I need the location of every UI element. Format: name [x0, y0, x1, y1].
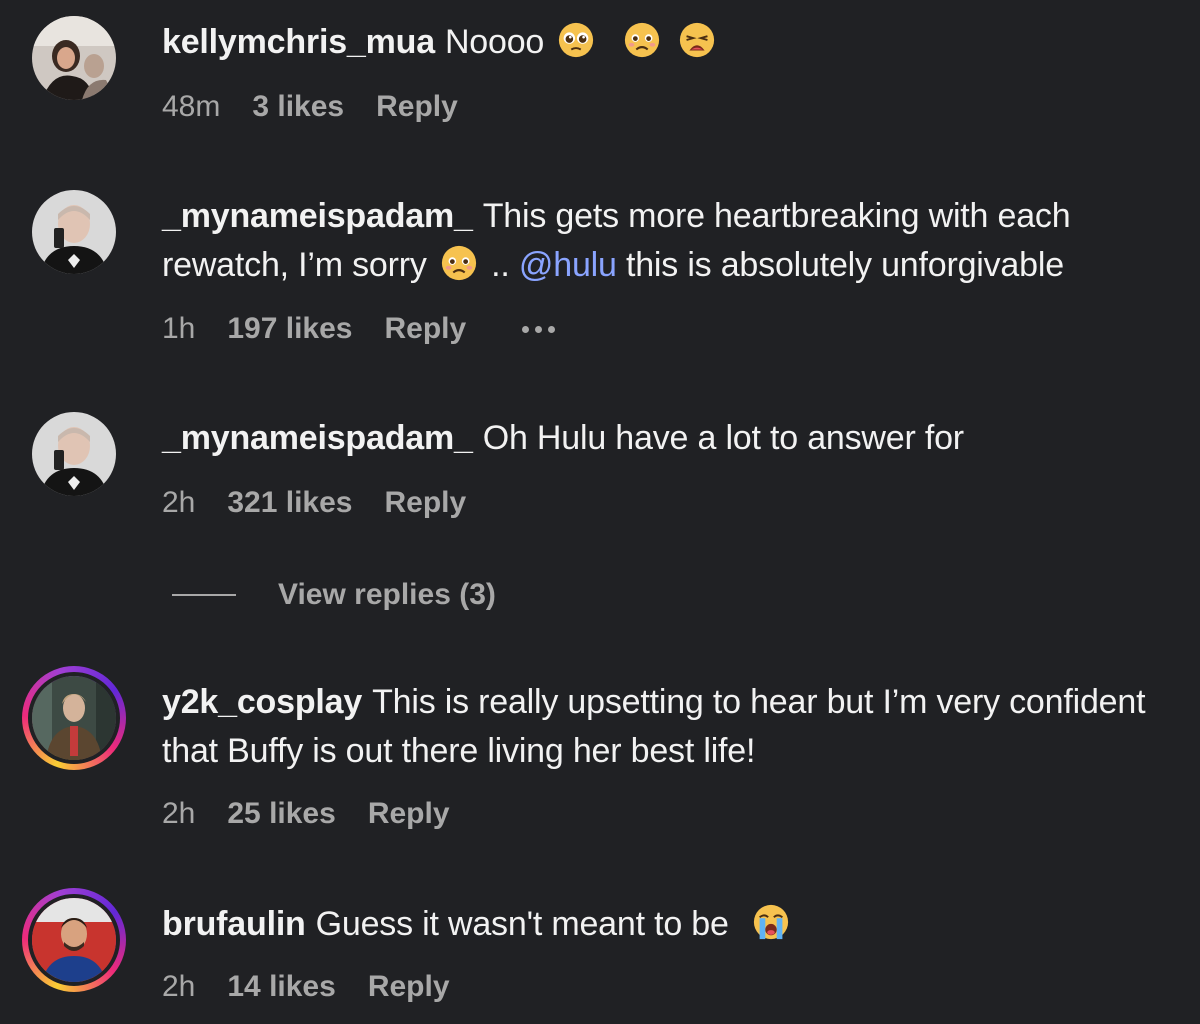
timestamp: 2h [162, 486, 196, 519]
view-replies-button[interactable]: View replies (3) [172, 578, 496, 612]
username[interactable]: brufaulin [162, 905, 306, 943]
comment-text: brufaulin Guess it wasn't meant to be [162, 900, 1162, 949]
username[interactable]: y2k_cosplay [162, 683, 362, 721]
like-count[interactable]: 14 likes [227, 970, 335, 1004]
avatar[interactable] [32, 412, 116, 496]
comment-text: _mynameispadam_ This gets more heartbreak… [162, 192, 1162, 290]
timestamp: 2h [162, 970, 196, 1003]
comment-meta: 1h 197 likes Reply [162, 312, 587, 346]
comment-text: y2k_cosplay This is really upsetting to h… [162, 678, 1162, 776]
reply-button[interactable]: Reply [368, 797, 450, 831]
comment-body: Noooo [444, 23, 545, 61]
more-options-icon[interactable] [522, 325, 556, 333]
divider-line [172, 594, 236, 596]
view-replies-label[interactable]: View replies (3) [278, 578, 496, 612]
mention-link[interactable]: @hulu [519, 246, 617, 284]
comment-text: kellymchris_mua Noooo [162, 18, 1162, 67]
avatar[interactable] [22, 888, 126, 992]
username[interactable]: kellymchris_mua [162, 23, 435, 61]
reply-button[interactable]: Reply [368, 970, 450, 1004]
pleading-face-icon [557, 21, 595, 59]
avatar[interactable] [22, 666, 126, 770]
comment-body-mid: .. [491, 246, 510, 284]
comment-body-end: this is absolutely unforgivable [625, 246, 1064, 284]
loudly-crying-face-icon [752, 903, 790, 941]
like-count[interactable]: 197 likes [227, 312, 352, 346]
worried-face-icon [440, 244, 478, 282]
comment-meta: 2h 321 likes Reply [162, 486, 498, 520]
avatar[interactable] [32, 190, 116, 274]
username[interactable]: _mynameispadam_ [162, 197, 473, 235]
comment-body: Guess it wasn't meant to be [315, 905, 729, 943]
comment-meta: 2h 14 likes Reply [162, 970, 482, 1004]
timestamp: 48m [162, 90, 221, 123]
like-count[interactable]: 3 likes [252, 90, 344, 124]
reply-button[interactable]: Reply [385, 312, 467, 346]
comment-meta: 48m 3 likes Reply [162, 90, 490, 124]
avatar[interactable] [32, 16, 116, 100]
like-count[interactable]: 321 likes [227, 486, 352, 520]
timestamp: 2h [162, 797, 196, 830]
comment-meta: 2h 25 likes Reply [162, 797, 482, 831]
comment-text: _mynameispadam_ Oh Hulu have a lot to ans… [162, 414, 1162, 463]
like-count[interactable]: 25 likes [227, 797, 335, 831]
comment-body: Oh Hulu have a lot to answer for [482, 419, 964, 457]
username[interactable]: _mynameispadam_ [162, 419, 473, 457]
weary-face-icon [678, 21, 716, 59]
timestamp: 1h [162, 312, 196, 345]
worried-face-icon [623, 21, 661, 59]
reply-button[interactable]: Reply [376, 90, 458, 124]
reply-button[interactable]: Reply [385, 486, 467, 520]
